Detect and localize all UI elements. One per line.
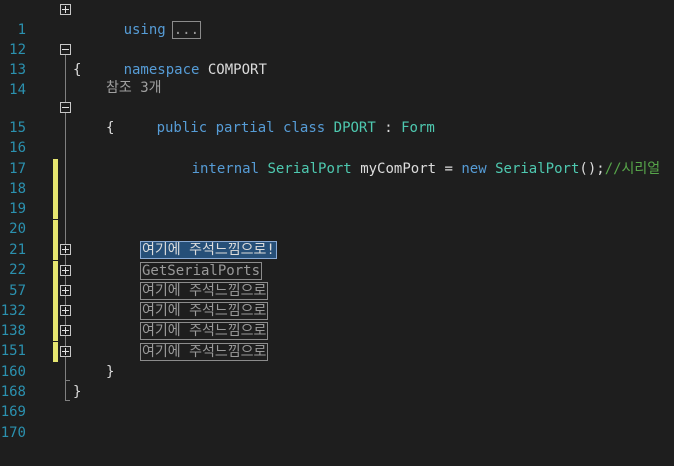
code-line-15[interactable]: 15 public partial class DPORT : Form [0, 98, 674, 136]
code-line-14[interactable]: 14 { [0, 60, 674, 98]
close-brace: } [106, 364, 115, 380]
code-line-22[interactable]: 22 여기에 주석느낌으로! [0, 240, 674, 278]
change-marker [53, 261, 58, 281]
code-line-21[interactable]: 21 [0, 220, 674, 258]
expand-icon[interactable] [60, 244, 71, 255]
code-line-169[interactable]: 169 } [0, 382, 674, 420]
collapse-icon[interactable] [60, 44, 71, 55]
expand-icon[interactable] [60, 265, 71, 276]
change-marker [53, 179, 58, 199]
code-line-57[interactable]: 57 GetSerialPorts [0, 261, 674, 299]
codelens-row: 참조 3개 [0, 78, 674, 98]
change-marker [53, 301, 58, 321]
code-line-13[interactable]: 13 namespace COMPORT [0, 40, 674, 78]
expand-icon[interactable] [60, 346, 71, 357]
code-line-20[interactable]: 20 [0, 199, 674, 237]
references-codelens[interactable]: 참조 3개 [106, 78, 162, 98]
code-line-19[interactable]: 19 [0, 179, 674, 217]
code-line-160[interactable]: 160 여기에 주석느낌으로 [0, 342, 674, 380]
code-line-18[interactable]: 18 [0, 159, 674, 197]
change-marker [53, 240, 58, 260]
code-line-170[interactable]: 170 [0, 403, 674, 441]
code-line-16[interactable]: 16 { [0, 118, 674, 156]
change-marker [53, 199, 58, 219]
change-marker [53, 342, 58, 362]
open-brace: { [106, 120, 115, 136]
code-line-12[interactable]: 12 [0, 20, 674, 58]
expand-icon[interactable] [60, 305, 71, 316]
code-line-1[interactable]: 1 using... [0, 0, 674, 39]
code-line-168[interactable]: 168 } [0, 362, 674, 400]
expand-icon[interactable] [60, 4, 71, 15]
close-brace: } [73, 384, 82, 400]
code-editor[interactable]: 1 using... 12 13 namespace COMPORT 14 { … [0, 0, 674, 466]
open-brace: { [73, 62, 82, 78]
collapsed-region[interactable]: 여기에 주석느낌으로 [140, 343, 269, 361]
change-marker [53, 321, 58, 341]
code-line-151[interactable]: 151 여기에 주석느낌으로 [0, 321, 674, 359]
collapsed-region[interactable]: 여기에 주석느낌으로! [140, 241, 277, 259]
line-number: 170 [0, 425, 26, 441]
collapsed-region[interactable]: 여기에 주석느낌으로 [140, 302, 269, 320]
change-marker [53, 220, 58, 240]
collapsed-region[interactable]: GetSerialPorts [140, 262, 263, 280]
expand-icon[interactable] [60, 285, 71, 296]
collapse-icon[interactable] [60, 102, 71, 113]
code-line-138[interactable]: 138 여기에 주석느낌으로 [0, 301, 674, 339]
code-line-17[interactable]: 17 internal SerialPort myComPort = new S… [0, 139, 674, 177]
collapsed-region[interactable]: 여기에 주석느낌으로 [140, 282, 269, 300]
code-line-132[interactable]: 132 여기에 주석느낌으로 [0, 281, 674, 319]
expand-icon[interactable] [60, 325, 71, 336]
collapsed-region[interactable]: 여기에 주석느낌으로 [140, 322, 269, 340]
change-marker [53, 281, 58, 301]
change-marker [53, 159, 58, 179]
